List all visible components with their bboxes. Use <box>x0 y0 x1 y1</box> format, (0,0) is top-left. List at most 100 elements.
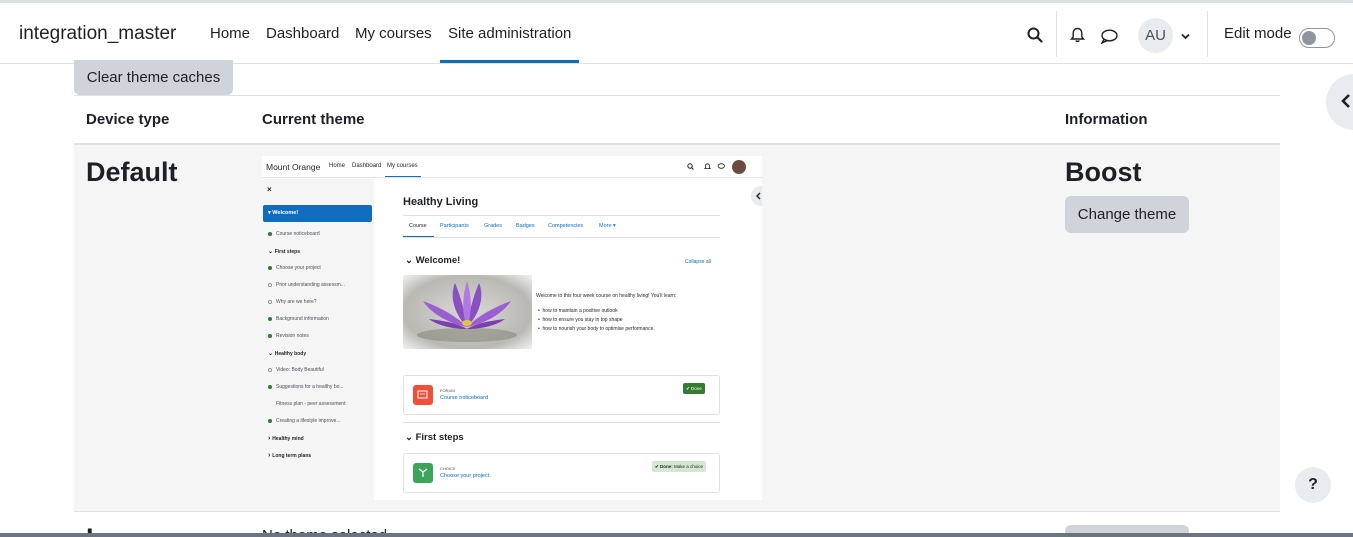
preview-sidebar-item-label: Fitness plan - peer assessment <box>276 401 346 407</box>
preview-tab-course: Course <box>409 223 427 229</box>
preview-navbar: Mount Orange Home Dashboard My courses <box>262 156 762 178</box>
help-button[interactable]: ? <box>1295 467 1331 503</box>
nav-link-site-administration[interactable]: Site administration <box>448 25 571 42</box>
search-icon[interactable] <box>1027 27 1043 43</box>
edit-mode-toggle[interactable] <box>1299 28 1335 48</box>
preview-sidebar-item: Why are we here? <box>268 299 317 305</box>
preview-nav-my-courses: My courses <box>387 163 418 169</box>
theme-name: Boost <box>1065 157 1142 187</box>
header-current-theme: Current theme <box>262 111 365 128</box>
preview-drawer-toggle <box>751 186 762 206</box>
nav-link-home[interactable]: Home <box>210 25 250 42</box>
preview-sidebar-item-label: Why are we here? <box>276 299 317 305</box>
preview-sidebar-item-label: Long term plans <box>272 453 312 459</box>
user-avatar[interactable]: AU <box>1138 18 1173 53</box>
preview-choice-icon <box>413 463 433 483</box>
preview-section-first-steps: ⌄ First steps <box>405 432 464 443</box>
notification-bell-icon[interactable] <box>1070 27 1085 43</box>
header-information: Information <box>1065 111 1148 128</box>
preview-active-indicator <box>385 176 421 177</box>
preview-status-icon <box>268 299 272 304</box>
preview-sidebar-item-label: Course noticeboard <box>276 231 320 237</box>
preview-sidebar-item: ⌄ First steps <box>268 248 300 255</box>
preview-sidebar-item: ⌄ Healthy body <box>268 350 306 357</box>
preview-divider <box>403 215 720 216</box>
preview-sidebar-item: Creating a lifestyle improve... <box>268 418 340 424</box>
nav-link-my-courses[interactable]: My courses <box>355 25 432 42</box>
preview-sidebar-item-label: Revision notes <box>276 333 309 339</box>
preview-bullet-3-text: how to nourish your body to optimise per… <box>542 326 655 332</box>
preview-tab-participants: Participants <box>440 223 469 229</box>
preview-section-first-steps-label: First steps <box>415 432 464 443</box>
preview-sidebar-item: Prior understanding assessm... <box>268 282 345 288</box>
preview-sidebar-item: Choose your project <box>268 265 321 271</box>
preview-status-icon <box>268 418 272 423</box>
divider <box>74 95 1280 96</box>
preview-lotus-image <box>403 275 532 349</box>
preview-bullet-1-text: how to maintain a positive outlook <box>542 308 618 314</box>
preview-bullet-1: • how to maintain a positive outlook <box>538 308 618 314</box>
preview-messages-icon <box>717 163 725 169</box>
preview-sidebar-item: Course noticeboard <box>268 231 320 237</box>
navbar-divider <box>1056 11 1057 57</box>
preview-sidebar-item-label: Healthy body <box>274 351 307 357</box>
preview-bullet-3: • how to nourish your body to optimise p… <box>538 326 655 332</box>
preview-sidebar-item: Suggestions for a healthy bo... <box>268 384 344 390</box>
header-device-type: Device type <box>86 111 170 128</box>
preview-course-index: × ▾ Welcome! Course noticeboard ⌄ First s… <box>262 179 374 500</box>
preview-sidebar-item-label: First steps <box>274 249 300 255</box>
preview-status-icon <box>268 265 272 270</box>
preview-sidebar-item: › Long term plans <box>268 452 311 459</box>
chevron-down-icon[interactable] <box>1181 33 1190 40</box>
preview-sidebar-item: Fitness plan - peer assessment <box>268 401 345 407</box>
active-nav-indicator <box>440 60 579 63</box>
viewport-bottom-edge <box>0 533 1353 537</box>
preview-choice-done-label: ✔ Done: <box>655 464 673 469</box>
navbar-divider <box>1207 11 1208 57</box>
preview-choice-link: Choose your project <box>440 473 490 479</box>
preview-nav-dashboard: Dashboard <box>352 163 382 169</box>
preview-forum-card: FORUM Course noticeboard ✔ Done <box>403 375 720 415</box>
preview-status-icon: ⌄ <box>268 249 275 255</box>
preview-sidebar-item-label: Choose your project <box>276 265 321 271</box>
preview-status-icon <box>268 316 272 321</box>
preview-status-icon: ⌄ <box>268 351 275 357</box>
preview-choice-card: CHOICE Choose your project ✔ Done: Make … <box>403 453 720 493</box>
preview-bell-icon <box>704 163 711 169</box>
preview-status-icon <box>268 384 272 389</box>
preview-nav-home: Home <box>329 163 346 169</box>
preview-status-icon <box>268 367 272 372</box>
preview-forum-icon <box>413 385 433 405</box>
preview-sidebar-active: ▾ Welcome! <box>263 205 372 222</box>
preview-sidebar-item: Background information <box>268 316 329 322</box>
messages-icon[interactable] <box>1100 29 1118 44</box>
preview-section-welcome-label: Welcome! <box>415 255 461 266</box>
preview-sidebar-item-label: Healthy mind <box>272 436 304 442</box>
preview-collapse-all: Collapse all <box>685 259 711 265</box>
preview-sidebar-item-label: Creating a lifestyle improve... <box>276 418 341 424</box>
preview-sidebar-item: › Healthy mind <box>268 435 304 442</box>
change-theme-button[interactable]: Change theme <box>1065 196 1189 233</box>
site-brand[interactable]: integration_master <box>19 23 176 45</box>
preview-tab-competencies: Competencies <box>548 223 584 229</box>
nav-link-dashboard[interactable]: Dashboard <box>266 25 339 42</box>
preview-bullet-2: • how to ensure you stay in top shape <box>538 317 623 323</box>
preview-done-badge: ✔ Done <box>683 383 705 394</box>
open-drawer-button[interactable] <box>1326 74 1353 130</box>
preview-divider <box>403 237 720 238</box>
preview-status-icon <box>268 402 272 406</box>
preview-bullet-2-text: how to ensure you stay in top shape <box>542 317 623 323</box>
row-divider <box>74 511 1280 512</box>
preview-sidebar-item-label: Video: Body Beautiful <box>276 367 324 373</box>
preview-forum-link: Course noticeboard <box>440 395 489 401</box>
preview-brand: Mount Orange <box>266 162 321 172</box>
clear-theme-caches-button[interactable]: Clear theme caches <box>74 60 233 95</box>
preview-forum-type: FORUM <box>440 388 455 393</box>
preview-search-icon <box>687 163 694 170</box>
preview-status-icon <box>268 282 272 287</box>
preview-sidebar-item: Video: Body Beautiful <box>268 367 324 373</box>
preview-status-icon <box>268 333 272 338</box>
preview-choice-done-badge: ✔ Done: Make a choice <box>652 461 707 472</box>
preview-course-title: Healthy Living <box>403 196 479 208</box>
preview-sidebar-item-label: Prior understanding assessm... <box>276 282 345 288</box>
